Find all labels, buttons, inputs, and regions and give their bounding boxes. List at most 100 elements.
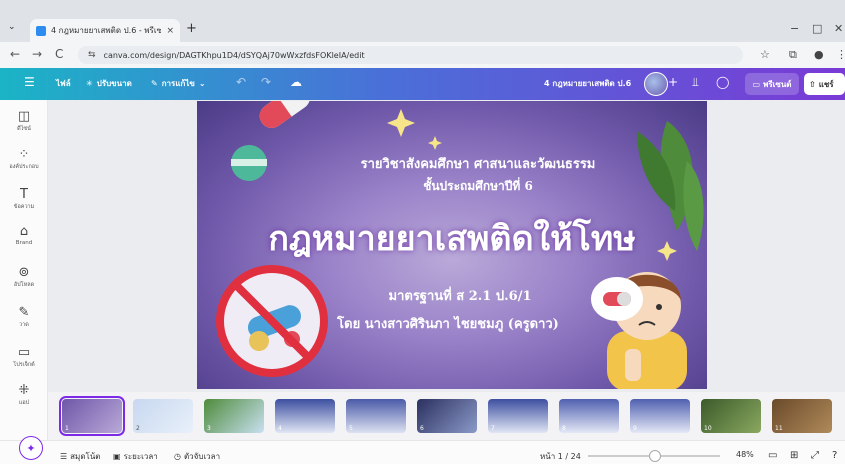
page-thumbnail[interactable]: 2 (133, 399, 193, 433)
thumbnail-number: 7 (491, 425, 495, 432)
pages-view-icon[interactable]: ▭ (768, 450, 777, 461)
reload-button[interactable]: C (55, 47, 63, 61)
slide-standard-line: มาตรฐานที่ ส 2.1 ป.6/1 (388, 289, 532, 304)
thumbnail-number: 4 (278, 425, 282, 432)
thumbnail-number: 3 (207, 425, 211, 432)
minimize-button[interactable]: − (790, 22, 799, 35)
elements-icon: ⁘ (18, 147, 30, 162)
resize-label: ปรับขนาด (96, 79, 132, 88)
sidebar-item-label: องค์ประกอบ (9, 164, 39, 170)
left-sidebar: ◫ ดีไซน์ ⁘ องค์ประกอบ T ข้อความ ⌂ Brand … (0, 100, 48, 464)
site-settings-icon[interactable]: ⇆ (88, 50, 96, 60)
magic-assistant-button[interactable]: ✦ (19, 436, 43, 460)
edit-label: การแก้ไข (161, 79, 195, 88)
star-icon (387, 109, 415, 137)
sidebar-item-label: ข้อความ (13, 204, 35, 210)
extensions-icon[interactable]: ⧉ (789, 48, 797, 62)
sidebar-item-apps[interactable]: ⁜ แอป (0, 384, 48, 407)
document-title[interactable]: 4 กฎหมายยาเสพติด ป.6 (544, 77, 631, 90)
thumbnail-number: 5 (349, 425, 353, 432)
undo-icon[interactable]: ↶ (236, 75, 246, 89)
present-label: พรีเซนต์ (763, 79, 792, 89)
page-thumbnail[interactable]: 7 (488, 399, 548, 433)
grid-view-icon[interactable]: ⊞ (790, 450, 798, 461)
share-icon: ⇧ (809, 79, 816, 89)
thumbnail-number: 11 (775, 425, 783, 432)
pill-capsule-icon (259, 101, 310, 128)
bookmark-star-icon[interactable]: ☆ (760, 48, 770, 61)
timer-label: ตัวจับเวลา (183, 452, 221, 461)
share-label: แชร์ (818, 79, 834, 89)
page-thumbnail[interactable]: 3 (204, 399, 264, 433)
thumbnail-number: 2 (136, 425, 140, 432)
chevron-down-icon: ⌄ (198, 79, 206, 88)
brand-icon: ⌂ (19, 224, 29, 239)
page-thumbnail[interactable]: 1 (59, 396, 125, 436)
draw-icon: ✎ (18, 305, 30, 320)
design-icon: ◫ (17, 109, 31, 124)
url-text: canva.com/design/DAGTKhpu1D4/dSYQAj70wWx… (103, 50, 365, 60)
page-thumbnail[interactable]: 4 (275, 399, 335, 433)
page-thumbnail[interactable]: 10 (701, 399, 761, 433)
edit-mode-button[interactable]: ✎ การแก้ไข ⌄ (151, 77, 206, 90)
fullscreen-icon[interactable]: ⤢ (811, 450, 819, 461)
share-button[interactable]: ⇧ แชร์ (804, 73, 845, 95)
profile-icon[interactable]: ● (814, 48, 824, 61)
comment-icon[interactable]: ◯ (716, 75, 729, 89)
page-indicator[interactable]: หน้า 1 / 24 (540, 450, 581, 463)
back-button[interactable]: ← (10, 47, 20, 61)
slide-title: กฎหมายยาเสพติดให้โทษ (268, 219, 636, 259)
slide-canvas[interactable]: รายวิชาสังคมศึกษา ศาสนาและวัฒนธรรม ชั้นป… (197, 101, 707, 389)
file-menu-button[interactable]: ไฟล์ (56, 77, 71, 90)
sparkle-icon: ✳ (86, 79, 93, 88)
sidebar-item-label: วาด (19, 322, 29, 328)
cloud-save-icon[interactable]: ☁ (290, 75, 302, 89)
timer-button[interactable]: ◷ ตัวจับเวลา (174, 450, 220, 463)
thumbnail-number: 8 (562, 425, 566, 432)
sidebar-item-label: แอป (18, 400, 30, 406)
sidebar-item-elements[interactable]: ⁘ องค์ประกอบ (0, 148, 48, 171)
sidebar-item-design[interactable]: ◫ ดีไซน์ (0, 110, 48, 133)
present-icon: ▭ (752, 79, 761, 89)
page-thumbnail[interactable]: 11 (772, 399, 832, 433)
browser-tab[interactable]: 4 กฎหมายยาเสพติด ป.6 - พรีเซนเ × (30, 19, 180, 42)
close-window-button[interactable]: ✕ (834, 22, 843, 35)
canva-favicon-icon (36, 25, 46, 36)
sidebar-item-projects[interactable]: ▭ โปรเจ็กต์ (0, 346, 48, 369)
redo-icon[interactable]: ↷ (261, 75, 271, 89)
user-avatar[interactable] (644, 72, 668, 96)
zoom-slider-handle[interactable] (649, 450, 661, 462)
small-star-icon (428, 136, 442, 150)
page-thumbnail[interactable]: 5 (346, 399, 406, 433)
help-icon[interactable]: ? (832, 450, 837, 461)
url-field[interactable]: ⇆ canva.com/design/DAGTKhpu1D4/dSYQAj70w… (78, 46, 743, 64)
sidebar-item-brand[interactable]: ⌂ Brand (0, 224, 48, 247)
resize-button[interactable]: ✳ ปรับขนาด (86, 77, 132, 90)
present-button[interactable]: ▭ พรีเซนต์ (745, 73, 799, 95)
new-tab-button[interactable]: + (186, 21, 197, 36)
notes-button[interactable]: ☰ สมุดโน้ต (60, 450, 100, 463)
notes-label: สมุดโน้ต (70, 452, 101, 461)
text-icon: T (20, 187, 28, 202)
zoom-level[interactable]: 48% (736, 450, 754, 459)
tab-search-icon[interactable]: ⌄ (8, 22, 16, 32)
sidebar-item-text[interactable]: T ข้อความ (0, 188, 48, 211)
sidebar-item-label: โปรเจ็กต์ (13, 362, 35, 368)
sidebar-item-upload[interactable]: ⊚ อัปโหลด (0, 266, 48, 289)
sidebar-item-label: Brand (15, 240, 33, 246)
apps-icon: ⁜ (18, 383, 30, 398)
sidebar-item-draw[interactable]: ✎ วาด (0, 306, 48, 329)
browser-menu-icon[interactable]: ⋮ (836, 48, 845, 61)
slide-subject-line: รายวิชาสังคมศึกษา ศาสนาและวัฒนธรรม (360, 157, 596, 172)
tab-close-icon[interactable]: × (166, 26, 174, 36)
page-thumbnail[interactable]: 8 (559, 399, 619, 433)
restore-button[interactable]: □ (812, 22, 822, 35)
page-thumbnail[interactable]: 9 (630, 399, 690, 433)
menu-icon[interactable]: ☰ (24, 75, 35, 89)
analytics-icon[interactable]: ⫫ (692, 75, 699, 90)
duration-button[interactable]: ▣ ระยะเวลา (113, 450, 158, 463)
page-thumbnail[interactable]: 6 (417, 399, 477, 433)
forward-button[interactable]: → (32, 47, 42, 61)
projects-icon: ▭ (17, 345, 31, 360)
add-collaborator-button[interactable]: + (668, 75, 678, 89)
